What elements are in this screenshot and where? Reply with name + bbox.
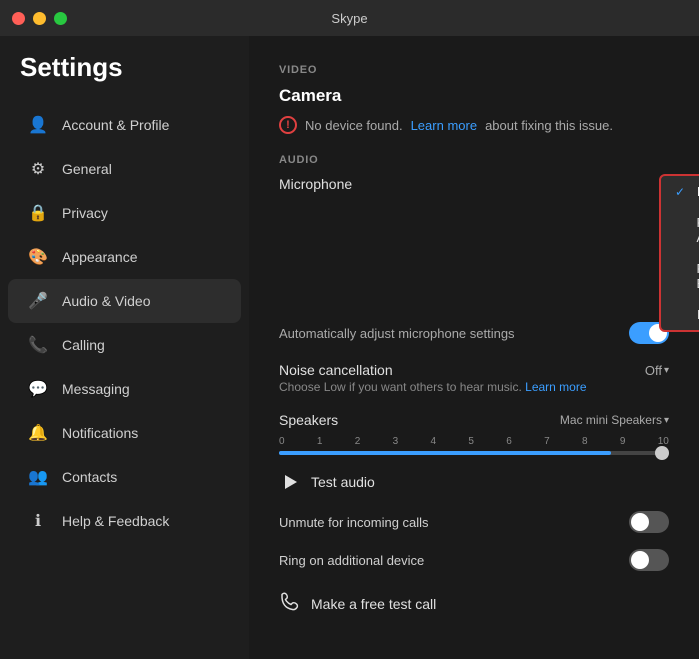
content-area: VIDEO Camera ! No device found. Learn mo… bbox=[249, 36, 699, 659]
audio-video-icon: 🎤 bbox=[28, 291, 48, 311]
sidebar-heading: Settings bbox=[0, 52, 249, 103]
sidebar-label-calling: Calling bbox=[62, 337, 105, 353]
sidebar-label-appearance: Appearance bbox=[62, 249, 138, 265]
ring-label: Ring on additional device bbox=[279, 553, 424, 568]
account-icon: 👤 bbox=[28, 115, 48, 135]
free-call-label: Make a free test call bbox=[311, 596, 436, 612]
speakers-title: Speakers bbox=[279, 412, 338, 428]
main-layout: Settings 👤 Account & Profile ⚙ General 🔒… bbox=[0, 36, 699, 659]
sidebar-label-contacts: Contacts bbox=[62, 469, 117, 485]
close-button[interactable] bbox=[12, 12, 25, 25]
check-icon: ✓ bbox=[675, 185, 689, 199]
help-icon: ℹ bbox=[28, 511, 48, 531]
notifications-icon: 🔔 bbox=[28, 423, 48, 443]
privacy-icon: 🔒 bbox=[28, 203, 48, 223]
contacts-icon: 👥 bbox=[28, 467, 48, 487]
noise-cancel-desc: Choose Low if you want others to hear mu… bbox=[279, 380, 669, 394]
speakers-header: Speakers Mac mini Speakers ▾ bbox=[279, 412, 669, 428]
test-audio-label: Test audio bbox=[311, 474, 375, 490]
error-icon: ! bbox=[279, 116, 297, 134]
messaging-icon: 💬 bbox=[28, 379, 48, 399]
sidebar-label-general: General bbox=[62, 161, 112, 177]
camera-title: Camera bbox=[279, 86, 669, 106]
microphone-dropdown-menu: ✓ Revelator IO 24 Revelator IO 24 Stream… bbox=[659, 174, 699, 332]
sidebar: Settings 👤 Account & Profile ⚙ General 🔒… bbox=[0, 36, 249, 659]
dropdown-option-revelator-mix-a[interactable]: Revelator IO 24 Stream Mix A bbox=[661, 207, 699, 253]
noise-header: Noise cancellation Off ▾ bbox=[279, 362, 669, 378]
ring-toggle-knob bbox=[631, 551, 649, 569]
sidebar-label-privacy: Privacy bbox=[62, 205, 108, 221]
play-icon bbox=[279, 471, 301, 493]
unmute-toggle[interactable] bbox=[629, 511, 669, 533]
slider-knob[interactable] bbox=[655, 446, 669, 460]
dropdown-option-default[interactable]: Default device bbox=[661, 299, 699, 330]
sidebar-item-help[interactable]: ℹ Help & Feedback bbox=[8, 499, 241, 543]
unmute-label: Unmute for incoming calls bbox=[279, 515, 429, 530]
auto-adjust-label: Automatically adjust microphone settings bbox=[279, 326, 515, 341]
appearance-icon: 🎨 bbox=[28, 247, 48, 267]
calling-icon: 📞 bbox=[28, 335, 48, 355]
test-audio-row[interactable]: Test audio bbox=[279, 471, 669, 493]
video-section-label: VIDEO bbox=[279, 64, 669, 76]
camera-row: ! No device found. Learn more about fixi… bbox=[279, 116, 669, 134]
dropdown-option-revelator-mix-b[interactable]: Revelator IO 24 Stream Mix B bbox=[661, 253, 699, 299]
unmute-row: Unmute for incoming calls bbox=[279, 511, 669, 533]
sidebar-item-audio-video[interactable]: 🎤 Audio & Video bbox=[8, 279, 241, 323]
window-title: Skype bbox=[331, 11, 367, 26]
minimize-button[interactable] bbox=[33, 12, 46, 25]
maximize-button[interactable] bbox=[54, 12, 67, 25]
chevron-down-icon-speakers: ▾ bbox=[664, 415, 669, 426]
sidebar-item-account[interactable]: 👤 Account & Profile bbox=[8, 103, 241, 147]
slider-numbers: 0 1 2 3 4 5 6 7 8 9 10 bbox=[279, 436, 669, 447]
sidebar-item-contacts[interactable]: 👥 Contacts bbox=[8, 455, 241, 499]
sidebar-label-messaging: Messaging bbox=[62, 381, 130, 397]
titlebar: Skype bbox=[0, 0, 699, 36]
camera-learn-more-link[interactable]: Learn more bbox=[411, 118, 477, 133]
noise-cancellation-row: Noise cancellation Off ▾ Choose Low if y… bbox=[279, 362, 669, 394]
sidebar-item-notifications[interactable]: 🔔 Notifications bbox=[8, 411, 241, 455]
chevron-down-icon: ▾ bbox=[664, 365, 669, 376]
ring-toggle[interactable] bbox=[629, 549, 669, 571]
sidebar-item-appearance[interactable]: 🎨 Appearance bbox=[8, 235, 241, 279]
auto-adjust-row: Automatically adjust microphone settings bbox=[279, 322, 669, 344]
speakers-value[interactable]: Mac mini Speakers ▾ bbox=[560, 413, 669, 427]
microphone-row: Microphone ✓ Revelator IO 24 Revelator I… bbox=[279, 176, 669, 192]
free-call-row[interactable]: Make a free test call bbox=[279, 587, 669, 616]
sidebar-item-general[interactable]: ⚙ General bbox=[8, 147, 241, 191]
noise-cancel-value[interactable]: Off ▾ bbox=[645, 363, 669, 378]
window-controls bbox=[12, 12, 67, 25]
unmute-toggle-knob bbox=[631, 513, 649, 531]
phone-icon bbox=[279, 591, 299, 616]
slider-fill bbox=[279, 451, 611, 455]
ring-row: Ring on additional device bbox=[279, 549, 669, 571]
camera-suffix-text: about fixing this issue. bbox=[485, 118, 613, 133]
sidebar-item-messaging[interactable]: 💬 Messaging bbox=[8, 367, 241, 411]
general-icon: ⚙ bbox=[28, 159, 48, 179]
sidebar-label-help: Help & Feedback bbox=[62, 513, 169, 529]
audio-section-label: AUDIO bbox=[279, 154, 669, 166]
noise-cancel-title: Noise cancellation bbox=[279, 362, 393, 378]
sidebar-label-audio-video: Audio & Video bbox=[62, 293, 150, 309]
volume-slider[interactable] bbox=[279, 451, 669, 455]
volume-slider-container: 0 1 2 3 4 5 6 7 8 9 10 bbox=[279, 436, 669, 455]
sidebar-label-account: Account & Profile bbox=[62, 117, 169, 133]
dropdown-option-revelator-io-24[interactable]: ✓ Revelator IO 24 bbox=[661, 176, 699, 207]
camera-no-device-text: No device found. bbox=[305, 118, 403, 133]
sidebar-item-calling[interactable]: 📞 Calling bbox=[8, 323, 241, 367]
noise-learn-more-link[interactable]: Learn more bbox=[525, 380, 586, 394]
microphone-label: Microphone bbox=[279, 176, 352, 192]
sidebar-item-privacy[interactable]: 🔒 Privacy bbox=[8, 191, 241, 235]
sidebar-label-notifications: Notifications bbox=[62, 425, 138, 441]
